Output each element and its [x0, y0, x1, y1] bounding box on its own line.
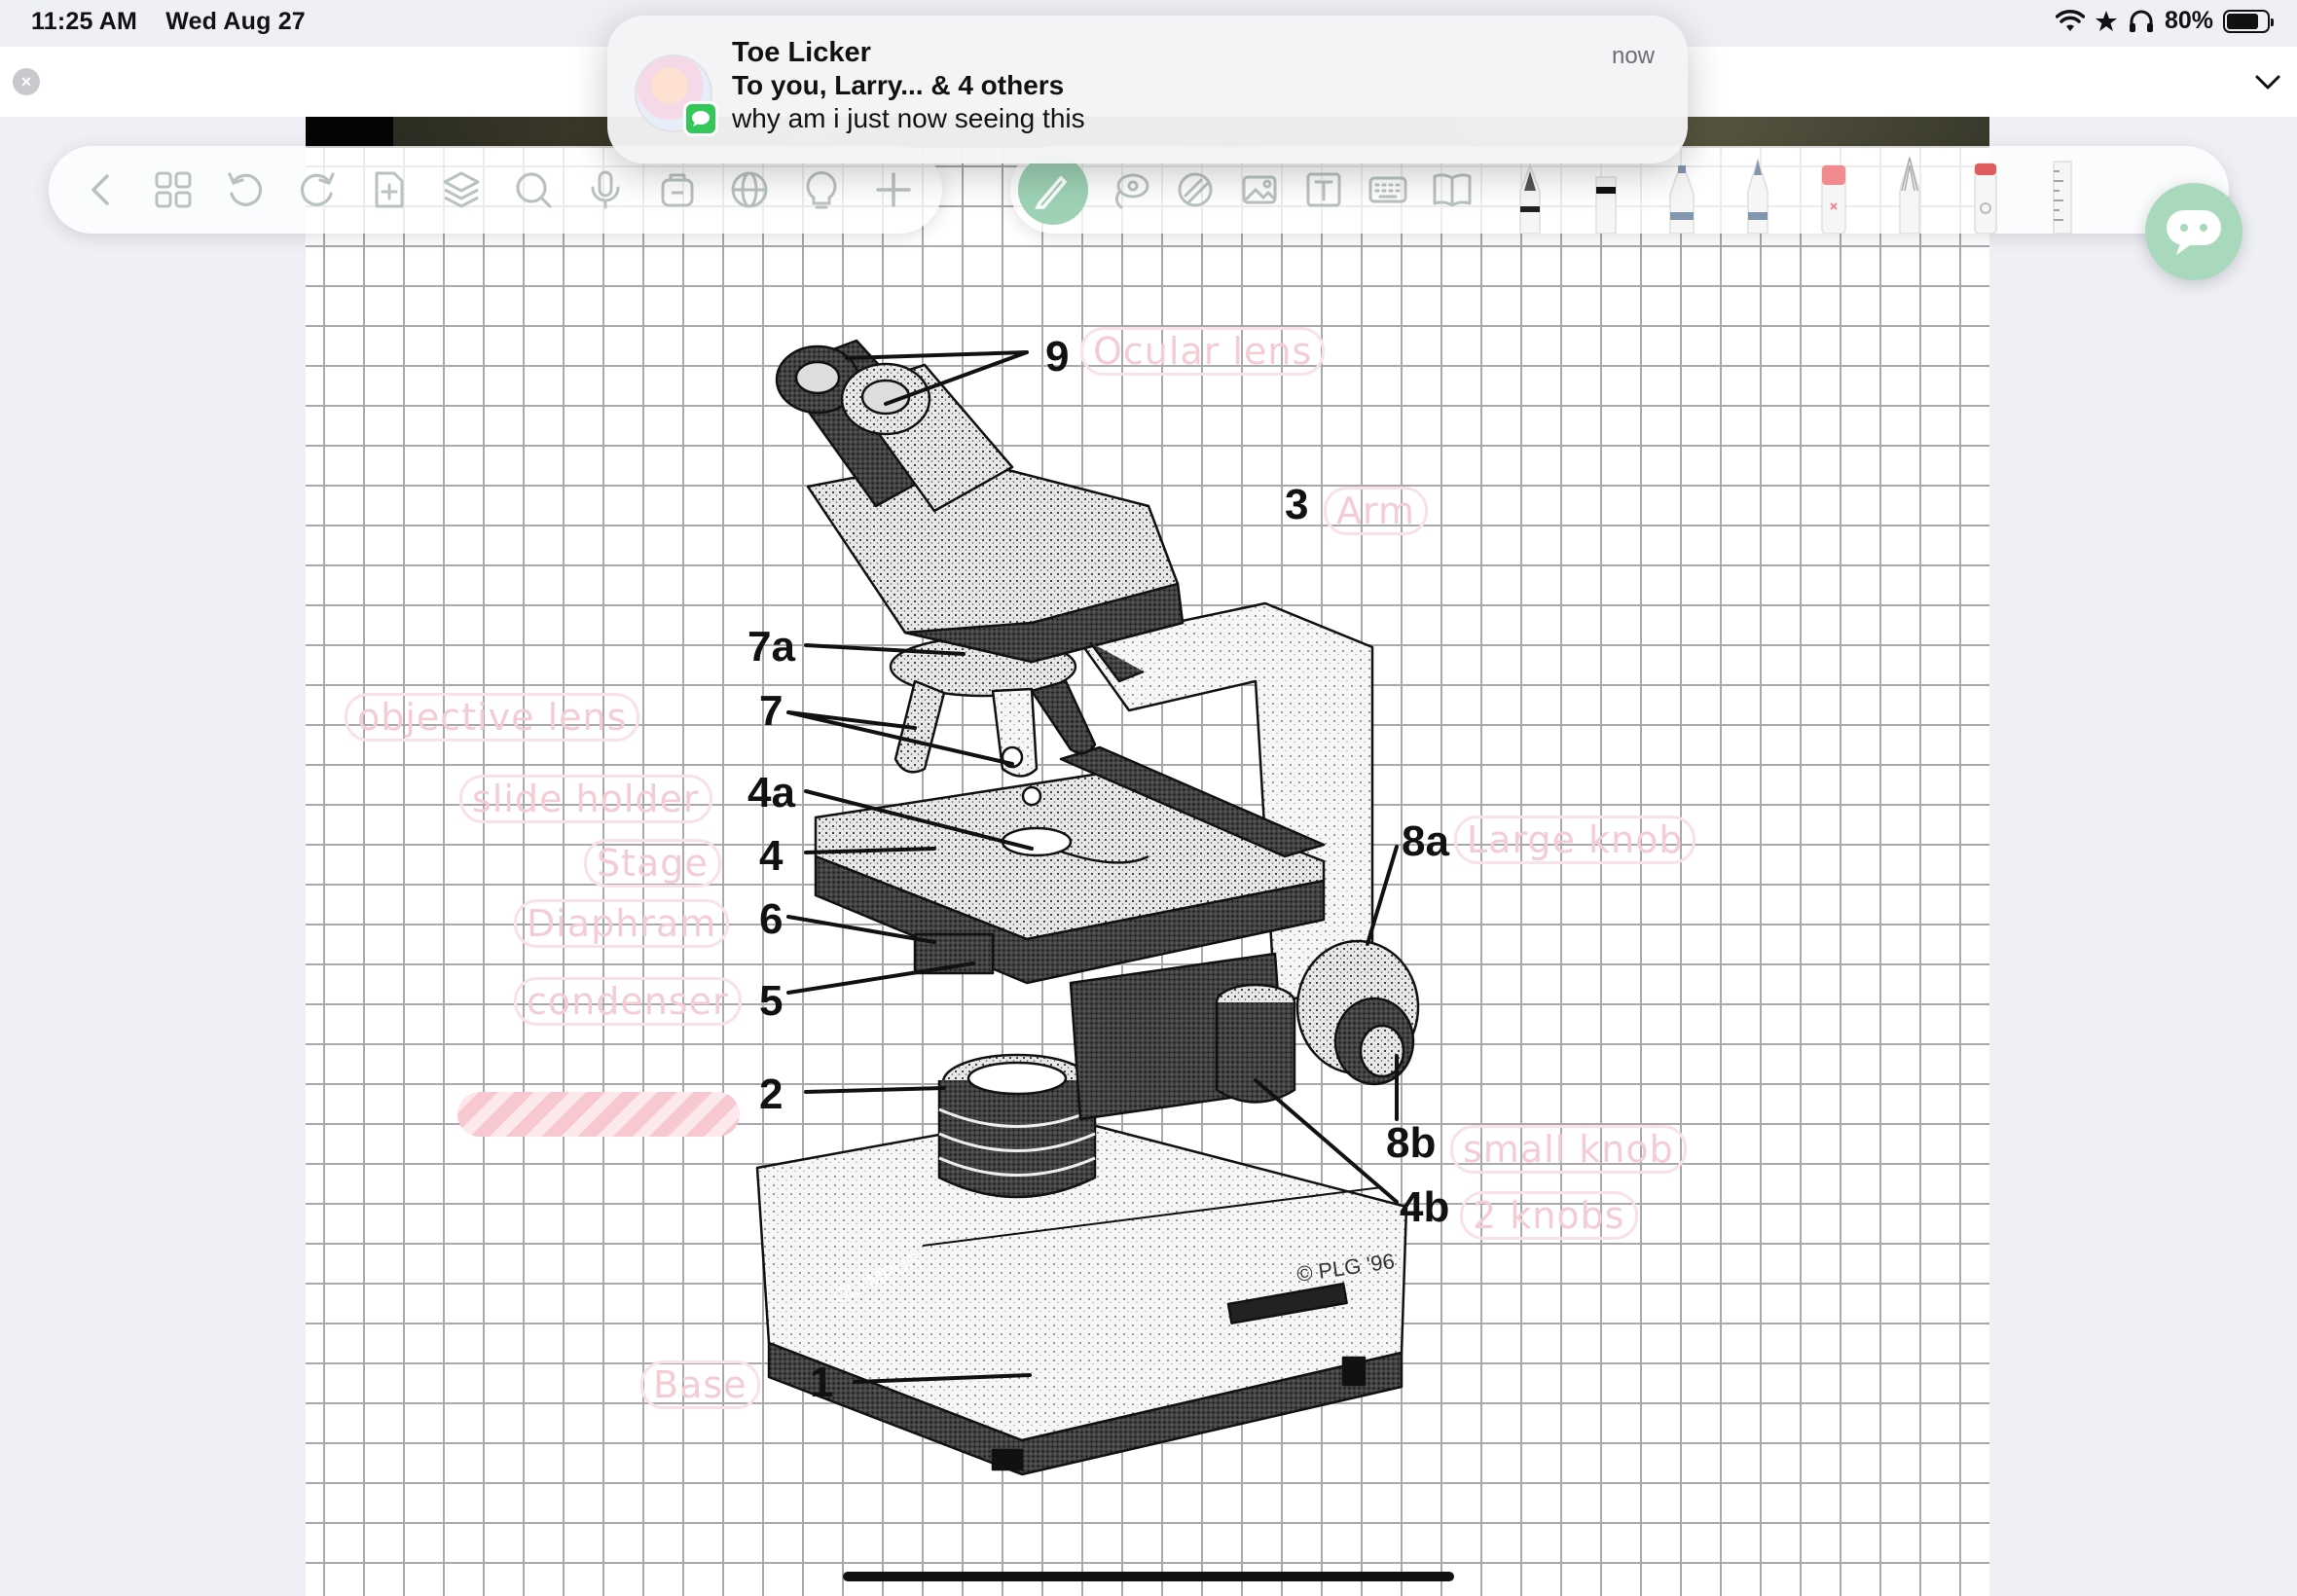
pencil-blue-icon[interactable] — [1736, 152, 1779, 234]
shapes-icon[interactable] — [1174, 168, 1217, 211]
annotation-diaphram[interactable]: Diaphram — [514, 899, 730, 948]
laser-pointer-icon[interactable] — [1964, 152, 2007, 234]
annotation-stage[interactable]: Stage — [584, 839, 721, 888]
chat-icon — [2167, 210, 2221, 255]
grid-icon[interactable] — [152, 168, 195, 211]
image-icon[interactable] — [1238, 168, 1281, 211]
label-8b: 8b — [1386, 1119, 1437, 1167]
label-7a: 7a — [747, 623, 795, 671]
messages-app-icon — [683, 101, 718, 136]
eraser-icon[interactable] — [1812, 152, 1855, 234]
label-5: 5 — [759, 977, 784, 1025]
label-4a: 4a — [747, 769, 795, 816]
label-3: 3 — [1285, 481, 1309, 528]
redo-icon[interactable] — [296, 168, 339, 211]
sticker-icon[interactable] — [656, 168, 699, 211]
layers-icon[interactable] — [440, 168, 483, 211]
hatched-highlight[interactable] — [457, 1092, 740, 1137]
pencil-grey-icon[interactable] — [1888, 152, 1931, 234]
notification-recipients: To you, Larry... & 4 others — [732, 70, 1065, 100]
annotation-ocular-lens[interactable]: Ocular lens — [1080, 327, 1326, 376]
lasso-icon[interactable] — [1110, 168, 1152, 211]
label-2: 2 — [759, 1070, 784, 1118]
plus-icon[interactable] — [872, 168, 915, 211]
keyboard-icon[interactable] — [1367, 168, 1409, 211]
annotation-arm[interactable]: Arm — [1324, 487, 1428, 535]
label-6: 6 — [759, 895, 784, 943]
marker-pen-icon[interactable] — [1585, 152, 1627, 234]
label-4b: 4b — [1400, 1183, 1450, 1231]
label-1: 1 — [810, 1359, 834, 1406]
lightbulb-icon[interactable] — [800, 168, 843, 211]
ruler-icon[interactable] — [2040, 152, 2083, 234]
text-box-icon[interactable] — [1302, 168, 1345, 211]
search-icon[interactable] — [512, 168, 555, 211]
microscope-diagram: OLYMPUS — [755, 339, 1420, 1476]
label-4: 4 — [759, 832, 784, 880]
annotation-slide-holder[interactable]: slide holder — [459, 775, 712, 823]
home-indicator[interactable] — [843, 1572, 1454, 1581]
notification-body: why am i just now seeing this — [732, 103, 1085, 133]
undo-icon[interactable] — [224, 168, 267, 211]
chevron-left-icon[interactable] — [80, 168, 123, 211]
annotation-base[interactable]: Base — [640, 1360, 760, 1409]
message-notification[interactable]: Toe Licker To you, Larry... & 4 others w… — [607, 16, 1688, 163]
book-icon[interactable] — [1431, 168, 1474, 211]
notification-time: now — [1611, 43, 1655, 69]
notification-title: Toe Licker — [732, 37, 871, 68]
microphone-icon[interactable] — [584, 168, 627, 211]
annotation-condenser[interactable]: condenser — [514, 977, 742, 1026]
label-8a: 8a — [1402, 817, 1449, 865]
globe-icon[interactable] — [728, 168, 771, 211]
annotation-large-knob[interactable]: Large knob — [1454, 816, 1696, 864]
assistant-chat-button[interactable] — [2145, 183, 2242, 280]
label-9: 9 — [1045, 333, 1070, 381]
label-7: 7 — [759, 687, 784, 735]
annotation-objective-lens[interactable]: objective lens — [345, 693, 640, 742]
annotation-two-knobs[interactable]: 2 knobs — [1460, 1191, 1638, 1240]
annotation-small-knob[interactable]: small knob — [1450, 1125, 1687, 1174]
add-page-icon[interactable] — [368, 168, 411, 211]
highlighter-blue-icon[interactable] — [1660, 152, 1703, 234]
fountain-pen-icon[interactable] — [1509, 152, 1551, 234]
pen-icon[interactable] — [1018, 155, 1088, 225]
